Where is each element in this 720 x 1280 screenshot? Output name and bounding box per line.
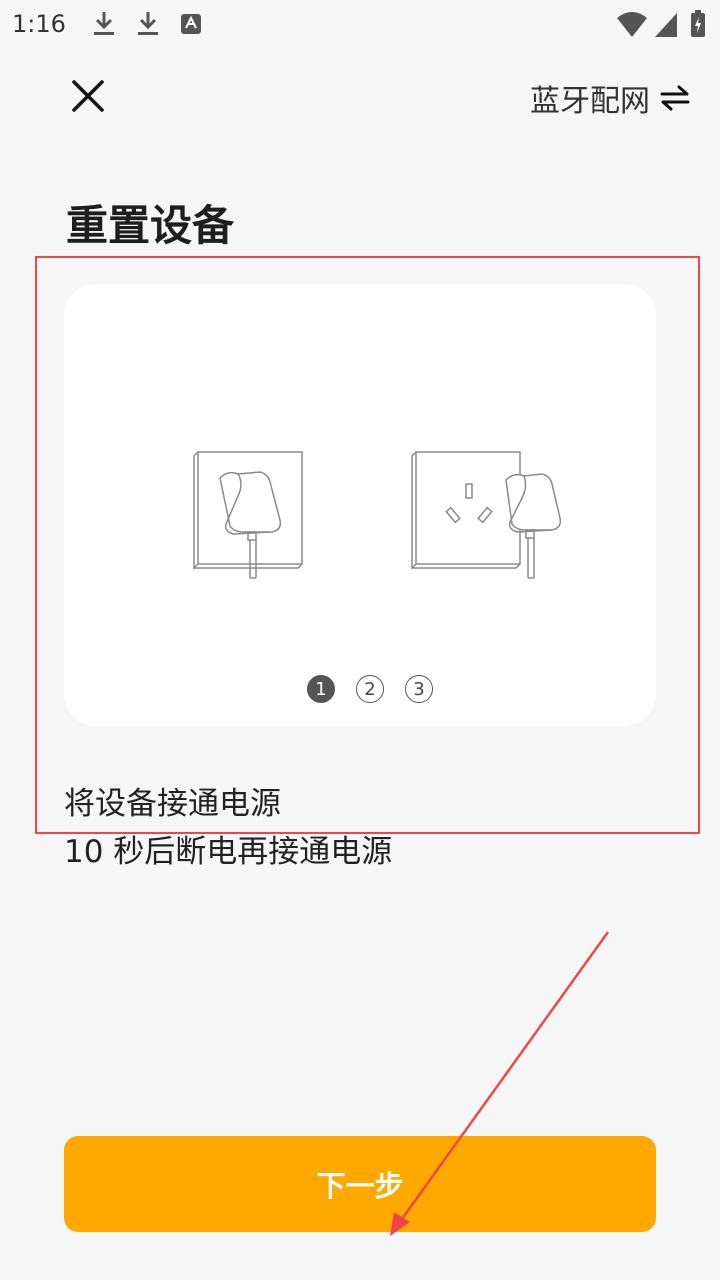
bluetooth-pairing-switch[interactable]: 蓝牙配网: [530, 76, 690, 120]
socket-unplugged-icon: [411, 451, 562, 579]
guide-card: [64, 284, 656, 726]
download-icon: [94, 12, 114, 35]
status-bar: 1:16: [0, 0, 720, 50]
page-title: 重置设备: [66, 201, 235, 250]
guide-pager: 1 2 3: [307, 675, 433, 703]
socket-plugged-icon: [193, 451, 303, 579]
battery-charging-icon: [691, 10, 705, 37]
screen: 1:16 蓝牙配网 重置设备 1 2 3 将设备接通电源 10 秒后断电再接通电…: [0, 0, 720, 1280]
instruction-line-2: 10 秒后断电再接通电源: [64, 834, 393, 870]
signal-icon: [655, 13, 677, 37]
next-step-button[interactable]: 下一步: [64, 1136, 656, 1232]
close-button[interactable]: [64, 72, 112, 120]
download-icon: [138, 12, 158, 35]
pager-dot-2[interactable]: 2: [356, 675, 384, 703]
instruction-line-1: 将设备接通电源: [64, 786, 281, 822]
mode-switch-label: 蓝牙配网: [530, 84, 650, 119]
close-icon: [72, 80, 104, 112]
pager-dot-1[interactable]: 1: [307, 675, 335, 703]
swap-arrows-icon: [660, 85, 690, 111]
status-time: 1:16: [12, 10, 66, 38]
wifi-icon: [617, 12, 647, 37]
font-notification-icon: [181, 14, 201, 34]
pager-dot-3[interactable]: 3: [405, 675, 433, 703]
